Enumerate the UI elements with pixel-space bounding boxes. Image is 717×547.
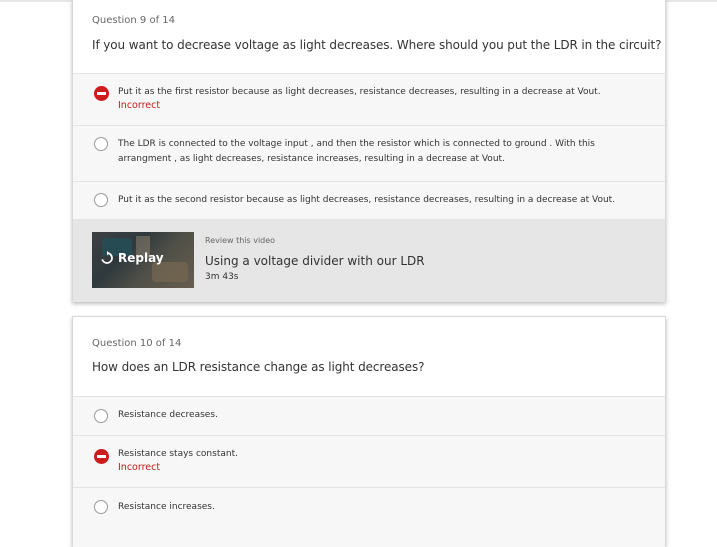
review-label: Review this video (205, 236, 276, 245)
option-text: The LDR is connected to the voltage inpu… (118, 139, 595, 164)
answer-option-1[interactable]: Resistance decreases. (73, 396, 665, 435)
radio-empty-icon[interactable] (94, 409, 108, 423)
option-text: Resistance stays constant. (118, 449, 238, 459)
video-thumbnail[interactable]: Replay (92, 232, 194, 288)
review-video-panel: Replay Review this video Using a voltage… (73, 219, 665, 302)
answer-option-3[interactable]: Put it as the second resistor because as… (73, 181, 665, 219)
question-card-10: Question 10 of 14 How does an LDR resist… (72, 316, 666, 547)
radio-empty-icon[interactable] (94, 500, 108, 514)
option-text: Put it as the second resistor because as… (118, 195, 616, 205)
video-title-link[interactable]: Using a voltage divider with our LDR (205, 254, 425, 268)
replay-button[interactable]: Replay (100, 251, 164, 265)
incorrect-feedback: Incorrect (118, 100, 161, 111)
question-number: Question 9 of 14 (92, 15, 175, 26)
answer-option-1[interactable]: Put it as the first resistor because as … (73, 73, 665, 125)
answer-option-2[interactable]: Resistance stays constant. Incorrect (73, 435, 665, 487)
answer-option-2[interactable]: The LDR is connected to the voltage inpu… (73, 125, 665, 181)
question-number: Question 10 of 14 (92, 338, 182, 349)
incorrect-feedback: Incorrect (118, 462, 161, 473)
question-card-9: Question 9 of 14 If you want to decrease… (72, 0, 666, 302)
replay-label: Replay (118, 251, 164, 265)
video-duration: 3m 43s (205, 272, 239, 282)
minus-circle-icon (94, 86, 109, 101)
question-text: If you want to decrease voltage as light… (92, 38, 662, 52)
replay-icon (101, 251, 113, 264)
radio-empty-icon[interactable] (94, 137, 108, 151)
question-text: How does an LDR resistance change as lig… (92, 360, 425, 374)
radio-empty-icon[interactable] (94, 193, 108, 207)
option-text: Resistance increases. (118, 502, 215, 512)
option-text: Put it as the first resistor because as … (118, 87, 601, 97)
minus-circle-icon (94, 449, 109, 464)
answer-option-3[interactable]: Resistance increases. (73, 487, 665, 547)
option-text: Resistance decreases. (118, 410, 218, 420)
